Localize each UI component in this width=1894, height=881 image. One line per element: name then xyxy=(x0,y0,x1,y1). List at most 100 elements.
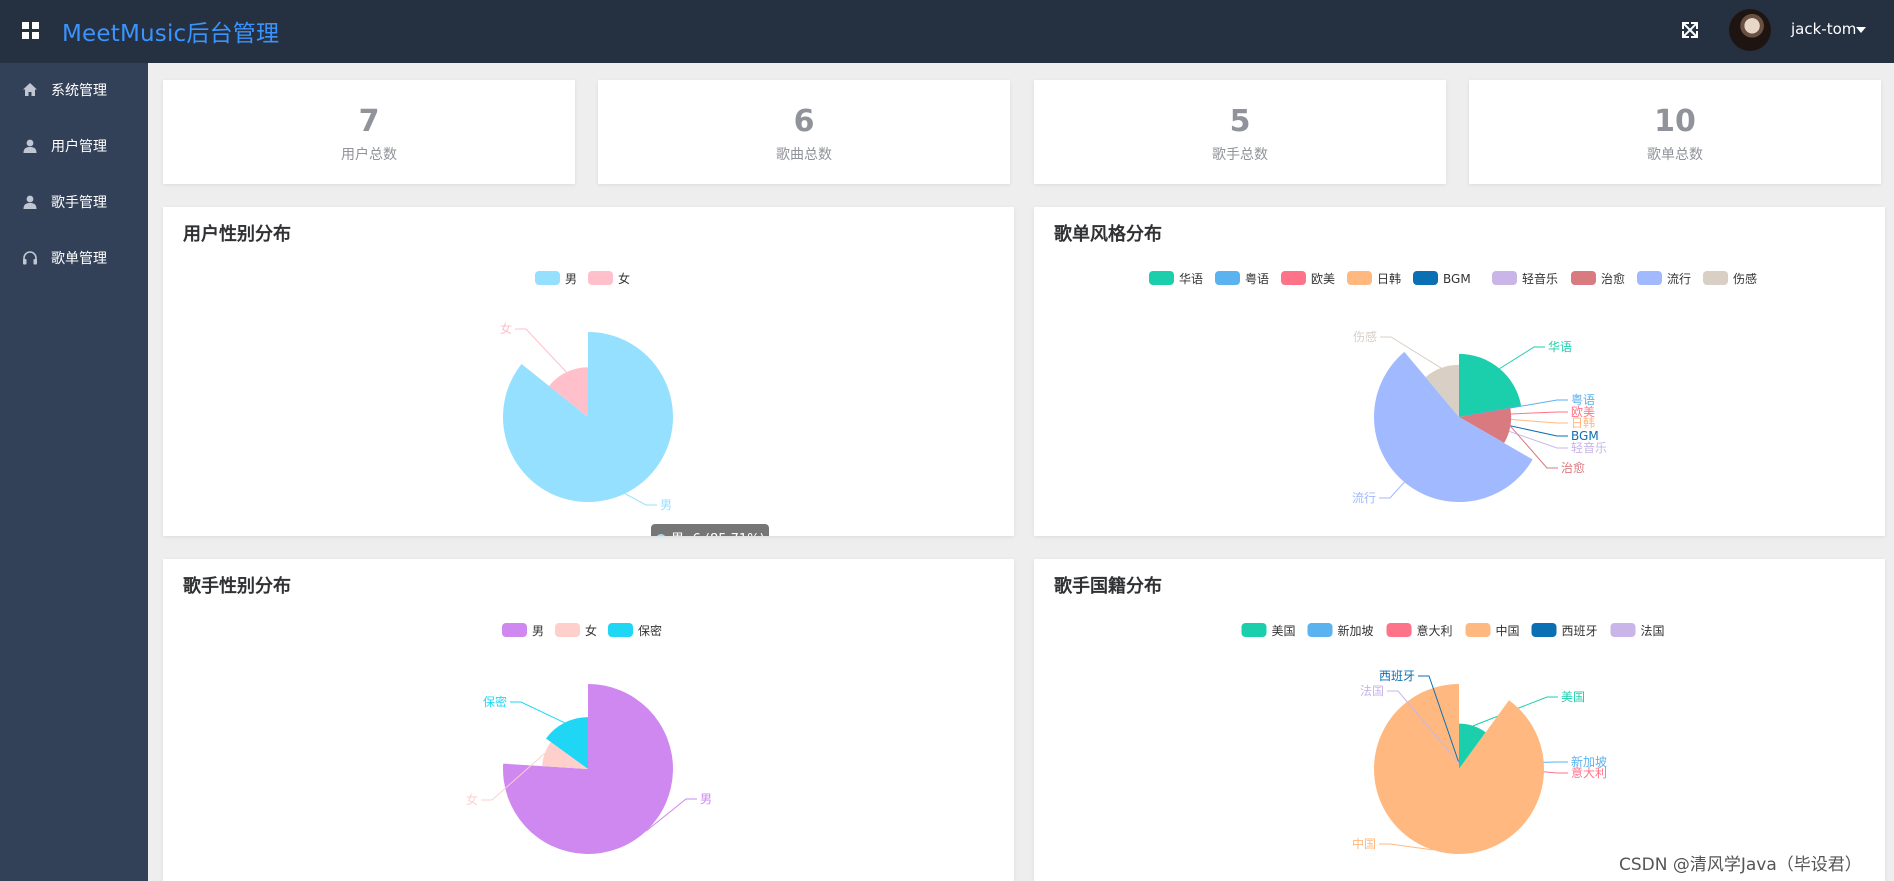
sidebar-item-system[interactable]: 系统管理 xyxy=(0,63,148,117)
fullscreen-icon[interactable] xyxy=(1680,20,1700,40)
legend-item[interactable]: 美国 xyxy=(1241,623,1296,638)
legend-swatch xyxy=(502,623,527,637)
legend-label: 日韩 xyxy=(1377,271,1401,286)
legend-item[interactable]: 男 xyxy=(535,271,577,286)
legend-item[interactable]: 伤感 xyxy=(1703,271,1757,286)
leader-line xyxy=(1499,346,1545,370)
stat-card-playlists: 10 歌单总数 xyxy=(1469,80,1881,184)
slice-label: 女 xyxy=(500,321,512,336)
legend-label: 欧美 xyxy=(1311,272,1335,286)
legend-swatch xyxy=(1571,271,1596,285)
legend-item[interactable]: 意大利 xyxy=(1386,623,1453,638)
legend-item[interactable]: 流行 xyxy=(1637,271,1691,286)
slice-label: 中国 xyxy=(1352,836,1376,851)
legend-swatch xyxy=(535,271,560,285)
legend-swatch xyxy=(1149,271,1174,285)
legend-swatch xyxy=(1241,623,1267,637)
legend-label: 女 xyxy=(585,623,597,638)
legend-label: 女 xyxy=(618,271,630,286)
chart-panel-singer-nationality: 歌手国籍分布 美国 新加坡 意大利 中国 西班牙 法国 美国 新加坡 意大利 中国 西班牙 法国 xyxy=(1034,559,1885,881)
legend-swatch xyxy=(1307,623,1333,637)
stat-card-users: 7 用户总数 xyxy=(163,80,575,184)
legend-item[interactable]: 法国 xyxy=(1610,623,1665,638)
sidebar-item-label: 歌手管理 xyxy=(51,195,107,211)
legend-label: BGM xyxy=(1443,272,1471,286)
watermark-text: CSDN @清风学Java（毕设君） xyxy=(1619,855,1862,875)
sidebar: 系统管理 用户管理 歌手管理 歌单管理 xyxy=(0,63,148,881)
slice-label: 意大利 xyxy=(1571,765,1607,780)
app-title: MeetMusic后台管理 xyxy=(62,21,280,47)
legend-item[interactable]: 女 xyxy=(555,623,597,638)
home-icon xyxy=(23,83,37,96)
legend-item[interactable]: 保密 xyxy=(608,623,662,638)
legend-item[interactable]: 轻音乐 xyxy=(1492,271,1558,286)
legend-label: 轻音乐 xyxy=(1522,271,1558,286)
caret-down-icon[interactable] xyxy=(1856,27,1866,33)
slice-label: 西班牙 xyxy=(1379,669,1415,683)
legend-label: 伤感 xyxy=(1733,271,1757,286)
chart-panel-user-gender: 用户性别分布 男女男女男: 6 (85.71%) xyxy=(163,207,1014,536)
leader-line xyxy=(1379,481,1405,499)
legend-label: 治愈 xyxy=(1601,271,1625,286)
legend-item[interactable]: 西班牙 xyxy=(1531,623,1598,638)
legend-item[interactable]: 华语 xyxy=(1149,271,1203,286)
user-icon xyxy=(23,195,37,209)
tooltip-text: 男: 6 (85.71%) xyxy=(671,532,765,536)
stat-value: 5 xyxy=(1229,104,1251,139)
top-header: MeetMusic后台管理 jack-tom xyxy=(0,0,1894,63)
slice-label: 流行 xyxy=(1352,491,1376,505)
sidebar-item-singers[interactable]: 歌手管理 xyxy=(0,175,148,229)
legend-label: 华语 xyxy=(1179,272,1203,286)
pie-chart-user-gender: 男女男女男: 6 (85.71%) xyxy=(500,271,769,536)
slice-label: 美国 xyxy=(1561,690,1585,704)
leader-line xyxy=(624,493,657,506)
menu-grid-icon[interactable] xyxy=(22,22,39,39)
legend-swatch xyxy=(1413,271,1438,285)
legend-swatch xyxy=(1215,271,1240,285)
legend-label: 美国 xyxy=(1272,624,1296,638)
legend-swatch xyxy=(608,623,633,637)
stat-card-songs: 6 歌曲总数 xyxy=(598,80,1010,184)
slice-label: 伤感 xyxy=(1353,329,1377,344)
slice-label: 法国 xyxy=(1360,684,1384,698)
user-icon xyxy=(23,139,37,153)
legend-swatch xyxy=(1347,271,1372,285)
slice-label: 华语 xyxy=(1548,340,1572,354)
sidebar-item-playlists[interactable]: 歌单管理 xyxy=(0,231,148,285)
legend-item[interactable]: 欧美 xyxy=(1281,271,1335,286)
slice-label: 男 xyxy=(700,792,712,806)
chart-panel-playlist-style: 歌单风格分布 华语 粤语 欧美 日韩 BGM 轻音乐 治愈 流行 伤感 华语 粤语 欧美 日韩 BGM 轻音… xyxy=(1034,207,1885,536)
slice-label: 日韩 xyxy=(1571,415,1595,430)
slice-label: 轻音乐 xyxy=(1571,440,1607,455)
legend-swatch xyxy=(1610,623,1636,637)
sidebar-item-label: 系统管理 xyxy=(51,83,107,99)
slice-label: 治愈 xyxy=(1561,460,1585,475)
pie-chart-playlist-style: 华语 粤语 欧美 日韩 BGM 轻音乐 治愈 流行 伤感华语粤语欧美日韩BGM轻音乐治愈流行伤感 xyxy=(1149,271,1757,505)
legend-label: 男 xyxy=(565,272,577,286)
pie-slice-中国[interactable] xyxy=(1374,684,1544,854)
sidebar-item-users[interactable]: 用户管理 xyxy=(0,119,148,173)
stat-label: 歌单总数 xyxy=(1647,147,1703,163)
legend-label: 流行 xyxy=(1667,272,1691,286)
stat-label: 歌曲总数 xyxy=(776,147,832,163)
pie-chart-singer-nationality: 美国 新加坡 意大利 中国 西班牙 法国美国新加坡意大利中国西班牙法国 xyxy=(1241,623,1665,854)
legend-label: 法国 xyxy=(1641,624,1665,638)
legend-swatch xyxy=(1703,271,1728,285)
legend-label: 新加坡 xyxy=(1338,623,1374,638)
legend-item[interactable]: 粤语 xyxy=(1215,271,1269,286)
user-avatar[interactable] xyxy=(1729,9,1771,51)
user-name[interactable]: jack-tom xyxy=(1791,20,1856,38)
legend-item[interactable]: 新加坡 xyxy=(1307,623,1374,638)
legend-label: 中国 xyxy=(1496,623,1520,638)
legend-item[interactable]: 中国 xyxy=(1465,623,1520,638)
legend-item[interactable]: 男 xyxy=(502,623,544,638)
legend-label: 意大利 xyxy=(1417,623,1453,638)
legend-item[interactable]: BGM xyxy=(1413,271,1471,286)
legend-swatch xyxy=(555,623,580,637)
legend-item[interactable]: 女 xyxy=(588,271,630,286)
legend-label: 西班牙 xyxy=(1562,624,1598,638)
stat-value: 6 xyxy=(793,104,815,139)
legend-item[interactable]: 治愈 xyxy=(1571,271,1625,286)
legend-item[interactable]: 日韩 xyxy=(1347,271,1401,286)
legend-swatch xyxy=(588,271,613,285)
